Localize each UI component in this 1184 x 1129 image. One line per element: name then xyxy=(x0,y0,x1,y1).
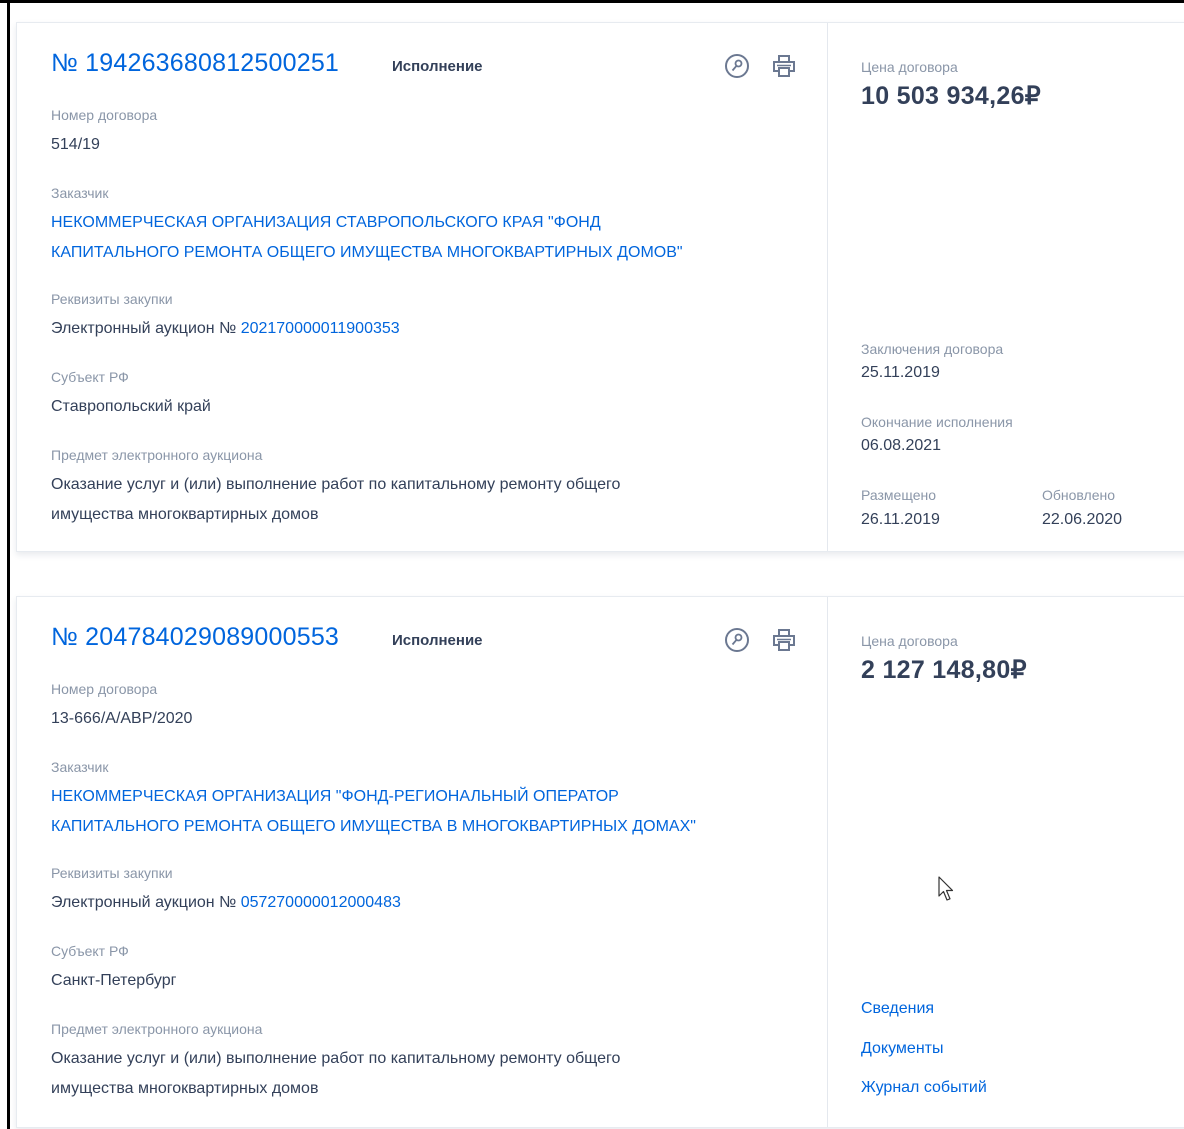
printer-icon[interactable] xyxy=(771,627,797,653)
contract-card: № 1942636808125002​51 Исполнение Номер д… xyxy=(16,22,1184,552)
contract-number-label: Номер договора xyxy=(51,681,158,697)
card-side-section: Цена договора 2 127 148,80₽ Сведения Док… xyxy=(828,597,1184,1127)
purchase-number-link[interactable]: 057270000012000483 xyxy=(241,894,401,911)
subject-line: имущества многоквартирных домов xyxy=(51,1080,319,1097)
contract-number-label: Номер договора xyxy=(51,107,158,123)
purchase-label: Реквизиты закупки xyxy=(51,865,173,881)
contract-card: № 204784029089000553 Исполнение Номер до… xyxy=(16,596,1184,1128)
customer-name-line: КАПИТАЛЬНОГО РЕМОНТА ОБЩЕГО ИМУЩЕСТВА МН… xyxy=(51,244,683,261)
card-main-section: № 1942636808125002​51 Исполнение Номер д… xyxy=(17,23,827,551)
updated-date: 22.06.2020 xyxy=(1042,511,1123,528)
posted-date: 26.11.2019 xyxy=(861,511,940,528)
card-main-section: № 204784029089000553 Исполнение Номер до… xyxy=(17,597,827,1127)
subject-line: имущества многоквартирных домов xyxy=(51,506,319,523)
contract-price: 2 127 148,80₽ xyxy=(861,656,1027,684)
status-badge: Исполнение xyxy=(392,58,483,75)
customer-label: Заказчик xyxy=(51,759,109,775)
contract-registry-number-link[interactable]: № 204784029089000553 xyxy=(51,623,339,652)
customer-name-line: НЕКОММЕРЧЕСКАЯ ОРГАНИЗАЦИЯ СТАВРОПОЛЬСКО… xyxy=(51,214,601,231)
subject-value: Оказание услуг и (или) выполнение работ … xyxy=(51,1044,811,1104)
status-badge: Исполнение xyxy=(392,632,483,649)
mouse-pointer-icon xyxy=(938,876,956,909)
price-label: Цена договора xyxy=(861,59,958,75)
subject-line: Оказание услуг и (или) выполнение работ … xyxy=(51,476,621,493)
customer-name-line: КАПИТАЛЬНОГО РЕМОНТА ОБЩЕГО ИМУЩЕСТВА В … xyxy=(51,818,696,835)
event-log-link[interactable]: Журнал событий xyxy=(861,1079,987,1097)
printer-icon[interactable] xyxy=(771,53,797,79)
contract-number-value: 514/19 xyxy=(51,136,100,153)
customer-label: Заказчик xyxy=(51,185,109,201)
updated-label: Обновлено xyxy=(1042,487,1116,503)
customer-link[interactable]: НЕКОММЕРЧЕСКАЯ ОРГАНИЗАЦИЯ СТАВРОПОЛЬСКО… xyxy=(51,208,811,268)
documents-link[interactable]: Документы xyxy=(861,1040,943,1058)
end-date: 06.08.2021 xyxy=(861,437,942,454)
contract-registry-number-link[interactable]: № 1942636808125002​51 xyxy=(51,49,339,78)
subject-value: Оказание услуг и (или) выполнение работ … xyxy=(51,470,811,530)
end-label: Окончание исполнения xyxy=(861,414,1013,430)
purchase-number-link[interactable]: 202170000011900353 xyxy=(241,320,400,337)
window-frame-left xyxy=(7,0,10,1129)
key-circle-icon[interactable] xyxy=(724,627,750,653)
purchase-label: Реквизиты закупки xyxy=(51,291,173,307)
region-value: Санкт-Петербург xyxy=(51,972,177,989)
concluded-label: Заключения договора xyxy=(861,341,1004,357)
concluded-date: 25.11.2019 xyxy=(861,364,940,381)
customer-link[interactable]: НЕКОММЕРЧЕСКАЯ ОРГАНИЗАЦИЯ "ФОНД-РЕГИОНА… xyxy=(51,782,811,842)
contract-number-value: 13-666/А/АВР/2020 xyxy=(51,710,193,727)
region-label: Субъект РФ xyxy=(51,369,129,385)
purchase-prefix: Электронный аукцион № xyxy=(51,320,237,337)
price-label: Цена договора xyxy=(861,633,958,649)
posted-label: Размещено xyxy=(861,487,936,503)
purchase-value: Электронный аукцион № 202170000011900353 xyxy=(51,314,400,344)
purchase-value: Электронный аукцион № 057270000012000483 xyxy=(51,888,401,918)
details-link[interactable]: Сведения xyxy=(861,1000,934,1018)
card-side-section: Цена договора 10 503 934,26₽ Заключения … xyxy=(828,23,1184,551)
window-frame-top xyxy=(0,0,1184,3)
region-label: Субъект РФ xyxy=(51,943,129,959)
key-circle-icon[interactable] xyxy=(724,53,750,79)
contract-price: 10 503 934,26₽ xyxy=(861,82,1041,110)
customer-name-line: НЕКОММЕРЧЕСКАЯ ОРГАНИЗАЦИЯ "ФОНД-РЕГИОНА… xyxy=(51,788,619,805)
subject-line: Оказание услуг и (или) выполнение работ … xyxy=(51,1050,621,1067)
subject-label: Предмет электронного аукциона xyxy=(51,1021,263,1037)
purchase-prefix: Электронный аукцион № xyxy=(51,894,237,911)
subject-label: Предмет электронного аукциона xyxy=(51,447,263,463)
region-value: Ставропольский край xyxy=(51,398,211,415)
